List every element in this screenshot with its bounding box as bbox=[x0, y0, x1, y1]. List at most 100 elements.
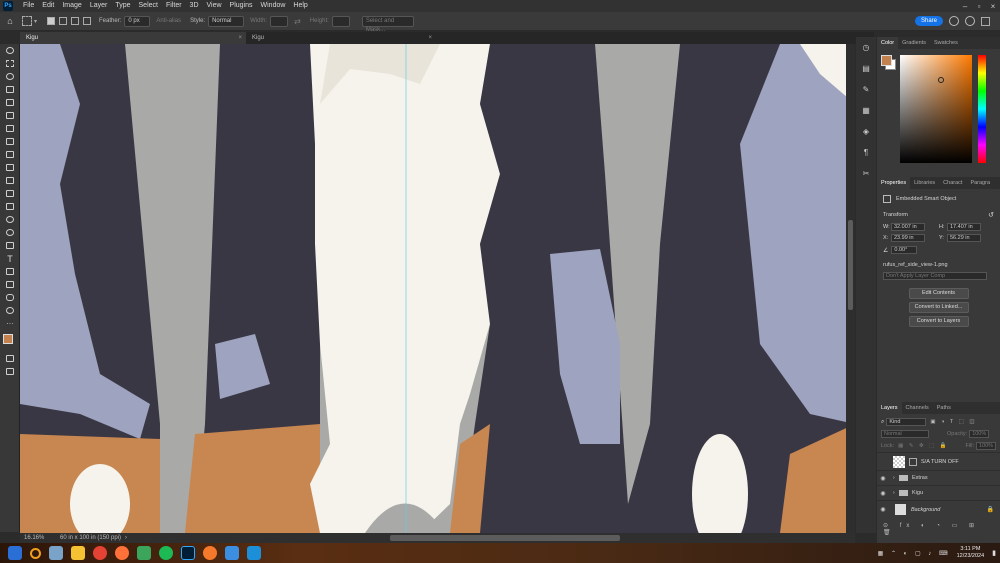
close-icon[interactable]: × bbox=[986, 2, 1000, 11]
select-and-mask-button[interactable]: Select and Mask... bbox=[361, 15, 414, 33]
marquee-tool-icon[interactable] bbox=[22, 16, 32, 26]
history-icon[interactable]: ◷ bbox=[856, 37, 876, 58]
adjustments-icon[interactable]: ▤ bbox=[856, 58, 876, 79]
app-icon[interactable] bbox=[137, 546, 151, 560]
filter-icons[interactable]: ▣ ◑ T ⬚ ◫ bbox=[930, 419, 976, 425]
style-select[interactable]: Normal bbox=[208, 15, 245, 27]
workspace-icon[interactable] bbox=[981, 16, 990, 26]
menu-window[interactable]: Window bbox=[257, 0, 290, 12]
fill-field[interactable]: 100% bbox=[976, 442, 996, 450]
blender-icon[interactable] bbox=[203, 546, 217, 560]
dodge-tool[interactable] bbox=[0, 226, 20, 239]
layer-row[interactable]: ◉ › Extras bbox=[877, 470, 1000, 485]
tab-kigu-1[interactable]: Kigu × bbox=[20, 32, 246, 44]
height-input[interactable] bbox=[331, 15, 350, 27]
search-icon[interactable] bbox=[949, 16, 959, 26]
canvas[interactable] bbox=[20, 44, 855, 533]
eye-icon[interactable]: ◉ bbox=[877, 475, 889, 482]
more-tools-icon[interactable]: ··· bbox=[0, 317, 20, 330]
healing-tool[interactable] bbox=[0, 135, 20, 148]
layer-row[interactable]: ◉ › Kigu bbox=[877, 485, 1000, 500]
tab-channels[interactable]: Channels bbox=[902, 402, 933, 414]
menu-edit[interactable]: Edit bbox=[38, 0, 58, 12]
brush-settings-icon[interactable]: ✎ bbox=[856, 79, 876, 100]
task-view-icon[interactable] bbox=[49, 546, 63, 560]
x-field[interactable]: 23.99 in bbox=[891, 234, 925, 242]
intersect-selection-icon[interactable] bbox=[83, 17, 92, 25]
close-icon[interactable]: × bbox=[238, 32, 242, 44]
reset-icon[interactable]: ↺ bbox=[988, 211, 994, 219]
stamp-tool[interactable] bbox=[0, 161, 20, 174]
tab-paths[interactable]: Paths bbox=[933, 402, 955, 414]
lasso-tool[interactable] bbox=[0, 70, 20, 83]
3d-icon[interactable]: ◈ bbox=[856, 121, 876, 142]
close-icon[interactable]: × bbox=[428, 32, 432, 44]
layer-comp-select[interactable]: Don't Apply Layer Comp bbox=[883, 272, 987, 280]
height-field[interactable]: 17.407 in bbox=[947, 223, 981, 231]
antialias-checkbox[interactable]: Anti-alias bbox=[156, 18, 181, 24]
subtract-selection-icon[interactable] bbox=[71, 17, 80, 25]
menu-type[interactable]: Type bbox=[111, 0, 134, 12]
foreground-color-swatch[interactable] bbox=[3, 334, 13, 344]
eye-icon[interactable]: ◉ bbox=[877, 506, 889, 513]
blend-mode-select[interactable]: Normal bbox=[881, 430, 929, 438]
eyedropper-tool[interactable] bbox=[0, 122, 20, 135]
menu-image[interactable]: Image bbox=[58, 0, 85, 12]
move-tool[interactable] bbox=[0, 44, 20, 57]
hand-tool[interactable] bbox=[0, 291, 20, 304]
marquee-tool[interactable] bbox=[0, 57, 20, 70]
home-icon[interactable]: ⌂ bbox=[0, 16, 20, 26]
menu-select[interactable]: Select bbox=[135, 0, 162, 12]
kind-filter[interactable]: Kind bbox=[886, 418, 927, 426]
vertical-scroll-thumb[interactable] bbox=[848, 220, 853, 310]
hue-slider[interactable] bbox=[978, 55, 986, 163]
convert-to-linked-button[interactable]: Convert to Linked... bbox=[908, 302, 969, 313]
chevron-down-icon[interactable]: ▾ bbox=[34, 18, 37, 25]
quick-select-tool[interactable] bbox=[0, 83, 20, 96]
foreground-color-chip[interactable] bbox=[881, 55, 892, 66]
convert-to-layers-button[interactable]: Convert to Layers bbox=[908, 316, 969, 327]
minimize-icon[interactable]: – bbox=[958, 2, 972, 11]
menu-view[interactable]: View bbox=[203, 0, 226, 12]
screen-mode-tool[interactable] bbox=[0, 365, 20, 378]
layer-row[interactable]: ◉ Background 🔒 bbox=[877, 500, 1000, 518]
width-field[interactable]: 32.007 in bbox=[891, 223, 925, 231]
tab-paragraph[interactable]: Paragra bbox=[966, 177, 994, 189]
clock[interactable]: 3:11 PM 12/23/2024 bbox=[957, 546, 985, 560]
eye-icon[interactable]: ◉ bbox=[877, 490, 889, 497]
firefox-icon[interactable] bbox=[115, 546, 129, 560]
photoshop-logo[interactable]: Ps bbox=[3, 1, 13, 11]
layer-row[interactable]: S/A TURN OFF bbox=[877, 452, 1000, 470]
add-selection-icon[interactable] bbox=[59, 17, 68, 25]
tab-libraries[interactable]: Libraries bbox=[910, 177, 939, 189]
new-selection-icon[interactable] bbox=[47, 17, 56, 25]
history-brush-tool[interactable] bbox=[0, 174, 20, 187]
angle-field[interactable]: 0.00° bbox=[891, 246, 918, 254]
opacity-field[interactable]: 100% bbox=[969, 430, 990, 438]
clone-source-icon[interactable]: ▦ bbox=[856, 100, 876, 121]
feather-input[interactable]: 0 px bbox=[124, 15, 151, 27]
tab-gradients[interactable]: Gradients bbox=[898, 37, 930, 49]
spotify-icon[interactable] bbox=[159, 546, 173, 560]
windows-start-icon[interactable] bbox=[8, 546, 22, 560]
notification-icon[interactable]: ▮ bbox=[992, 549, 996, 557]
menu-filter[interactable]: Filter bbox=[162, 0, 186, 12]
chrome-icon[interactable] bbox=[93, 546, 107, 560]
help-icon[interactable] bbox=[965, 16, 975, 26]
menu-layer[interactable]: Layer bbox=[86, 0, 112, 12]
tab-swatches[interactable]: Swatches bbox=[930, 37, 962, 49]
menu-plugins[interactable]: Plugins bbox=[226, 0, 257, 12]
paragraph-icon[interactable]: ¶ bbox=[856, 142, 876, 163]
layer-actions[interactable]: ⊝ fx ◐ ◔ ▭ ⊞ 🗑 bbox=[877, 518, 1000, 540]
blur-tool[interactable] bbox=[0, 213, 20, 226]
tab-color[interactable]: Color bbox=[877, 37, 899, 49]
lock-icons[interactable]: ▦ ✎ ✥ ⬚ 🔒 bbox=[898, 443, 949, 449]
brush-tool[interactable] bbox=[0, 148, 20, 161]
app-icon[interactable] bbox=[247, 546, 261, 560]
pen-tool[interactable] bbox=[0, 239, 20, 252]
chevron-right-icon[interactable]: › bbox=[125, 535, 127, 541]
color-picker-cursor[interactable] bbox=[938, 77, 944, 83]
share-button[interactable]: Share bbox=[914, 16, 943, 26]
quick-mask-tool[interactable] bbox=[0, 352, 20, 365]
horizontal-scroll-thumb[interactable] bbox=[390, 535, 620, 541]
